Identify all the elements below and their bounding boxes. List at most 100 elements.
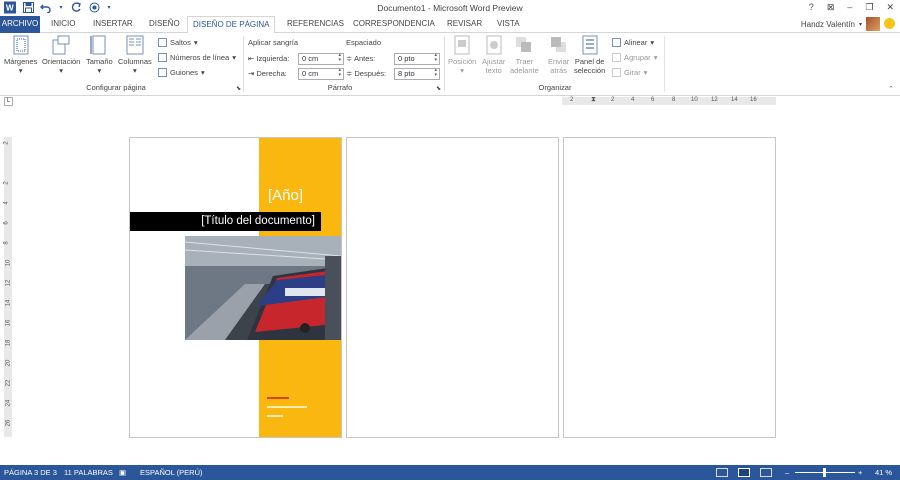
columns-icon xyxy=(126,35,144,55)
ajustar-texto-button[interactable]: Ajustar texto xyxy=(482,35,505,75)
posicion-button[interactable]: Posición ▾ xyxy=(448,35,476,75)
zoom-level[interactable]: 41 % xyxy=(875,468,892,477)
chevron-down-icon: ▾ xyxy=(643,68,648,77)
feedback-smiley-icon[interactable] xyxy=(884,18,895,29)
horizontal-ruler[interactable]: 2 2 4 6 8 10 12 14 16 ⧗ xyxy=(562,96,776,105)
send-backward-icon xyxy=(550,37,566,52)
user-account[interactable]: Handz Valentín ▾ xyxy=(801,17,880,31)
document-page-2[interactable] xyxy=(346,137,559,438)
wrap-text-icon xyxy=(486,35,502,55)
zoom-in-button[interactable]: + xyxy=(858,468,862,477)
chevron-down-icon: ▾ xyxy=(232,53,236,62)
user-name: Handz Valentín xyxy=(800,19,855,29)
group-separator xyxy=(444,36,445,92)
print-layout-icon[interactable] xyxy=(738,468,750,477)
antes-input[interactable]: 0 pto xyxy=(394,53,440,65)
spacing-after-icon: ≑ xyxy=(346,69,353,78)
chevron-down-icon: ▾ xyxy=(650,38,655,47)
zoom-slider-thumb[interactable] xyxy=(823,468,826,477)
saltos-button[interactable]: Saltos ▾ xyxy=(158,38,198,47)
orientacion-button[interactable]: Orientación ▾ xyxy=(42,35,80,75)
despues-input[interactable]: 8 pto xyxy=(394,68,440,80)
tab-correspondencia[interactable]: CORRESPONDENCIA xyxy=(348,16,440,33)
status-bar: PÁGINA 3 DE 3 11 PALABRAS ▣ ESPAÑOL (PER… xyxy=(0,465,900,480)
ribbon: Márgenes ▾ Orientación ▾ Tamaño ▾ Column… xyxy=(0,33,900,96)
antes-label: ≑ Antes: xyxy=(346,54,376,63)
author-line xyxy=(267,397,289,399)
chevron-down-icon: ▾ xyxy=(200,68,205,77)
agrupar-button[interactable]: Agrupar ▾ xyxy=(612,53,657,62)
orientation-icon xyxy=(52,35,70,55)
window-title: Documento1 - Microsoft Word Preview xyxy=(377,3,523,13)
enviar-atras-button[interactable]: Enviar atrás xyxy=(548,35,569,75)
tab-vista[interactable]: VISTA xyxy=(492,16,525,33)
tab-revisar[interactable]: REVISAR xyxy=(442,16,487,33)
minimize-button[interactable]: – xyxy=(847,0,852,15)
web-layout-icon[interactable] xyxy=(760,468,772,477)
indent-left-icon: ⇤ xyxy=(248,54,255,63)
line-numbers-icon xyxy=(158,53,167,62)
language-indicator[interactable]: ESPAÑOL (PERÚ) xyxy=(140,468,203,477)
izquierda-input[interactable]: 0 cm xyxy=(298,53,344,65)
guiones-button[interactable]: Guiones ▾ xyxy=(158,68,205,77)
tab-inicio[interactable]: INICIO xyxy=(46,16,80,33)
word-count[interactable]: 11 PALABRAS xyxy=(64,468,113,477)
group-separator xyxy=(664,36,665,92)
chevron-down-icon: ▾ xyxy=(97,66,102,75)
margenes-button[interactable]: Márgenes ▾ xyxy=(4,35,37,75)
indent-right-icon: ⇥ xyxy=(248,69,255,78)
dialog-launcher-icon[interactable]: ⬊ xyxy=(236,85,241,92)
izquierda-label: ⇤ Izquierda: xyxy=(248,54,290,63)
girar-button[interactable]: Girar ▾ xyxy=(612,68,647,77)
despues-label: ≑ Después: xyxy=(346,69,387,78)
proofing-icon[interactable]: ▣ xyxy=(119,468,126,477)
cover-year-placeholder[interactable]: [Año] xyxy=(268,187,303,204)
chevron-down-icon: ▾ xyxy=(59,66,64,75)
selection-pane-icon xyxy=(582,35,598,55)
ribbon-display-button[interactable]: ⊠ xyxy=(827,0,835,15)
document-page-3[interactable] xyxy=(563,137,776,438)
align-icon xyxy=(612,38,621,47)
breaks-icon xyxy=(158,38,167,47)
tab-diseno[interactable]: DISEÑO xyxy=(144,16,185,33)
collapse-ribbon-icon[interactable]: ⌃ xyxy=(888,85,894,93)
group-label-organizar: Organizar xyxy=(538,83,572,92)
read-mode-icon[interactable] xyxy=(716,468,728,477)
rotate-icon xyxy=(612,68,621,77)
dialog-launcher-icon[interactable]: ⬊ xyxy=(436,85,441,92)
tab-selector[interactable]: L xyxy=(4,97,13,106)
chevron-down-icon: ▾ xyxy=(133,66,137,75)
group-separator xyxy=(243,36,244,92)
cover-train-photo[interactable] xyxy=(185,236,341,340)
company-line xyxy=(267,406,307,408)
page-size-icon xyxy=(90,35,106,55)
position-icon xyxy=(454,35,470,55)
chevron-down-icon: ▾ xyxy=(653,53,658,62)
cover-title-placeholder[interactable]: [Título del documento] xyxy=(130,212,321,231)
chevron-down-icon: ▾ xyxy=(858,21,862,28)
tab-insertar[interactable]: INSERTAR xyxy=(88,16,138,33)
tab-diseno-de-pagina[interactable]: DISEÑO DE PÁGINA xyxy=(187,16,276,34)
traer-adelante-button[interactable]: Traer adelante xyxy=(510,35,539,75)
page-count[interactable]: PÁGINA 3 DE 3 xyxy=(4,468,57,477)
alinear-button[interactable]: Alinear ▾ xyxy=(612,38,654,47)
tab-archivo[interactable]: ARCHIVO xyxy=(0,16,40,33)
panel-de-seleccion-button[interactable]: Panel de selección xyxy=(574,35,605,75)
close-button[interactable]: ✕ xyxy=(886,0,894,15)
numeros-de-linea-button[interactable]: Números de línea ▾ xyxy=(158,53,236,62)
spacing-before-icon: ≑ xyxy=(346,54,353,63)
derecha-input[interactable]: 0 cm xyxy=(298,68,344,80)
bring-forward-icon xyxy=(516,37,532,52)
columnas-button[interactable]: Columnas ▾ xyxy=(118,35,152,75)
cover-small-text-lines xyxy=(267,397,307,424)
tamano-button[interactable]: Tamaño ▾ xyxy=(86,35,113,75)
zoom-out-button[interactable]: – xyxy=(785,468,789,477)
tab-referencias[interactable]: REFERENCIAS xyxy=(282,16,349,33)
help-button[interactable]: ? xyxy=(809,0,814,15)
vertical-ruler[interactable]: 2 2 4 6 8 10 12 14 16 18 20 22 24 26 xyxy=(4,137,12,437)
restore-button[interactable]: ❐ xyxy=(865,0,873,15)
derecha-label: ⇥ Derecha: xyxy=(248,69,287,78)
chevron-down-icon: ▾ xyxy=(193,38,198,47)
window-controls: ? ⊠ – ❐ ✕ xyxy=(809,0,894,15)
indent-marker-icon[interactable]: ⧗ xyxy=(591,96,596,104)
